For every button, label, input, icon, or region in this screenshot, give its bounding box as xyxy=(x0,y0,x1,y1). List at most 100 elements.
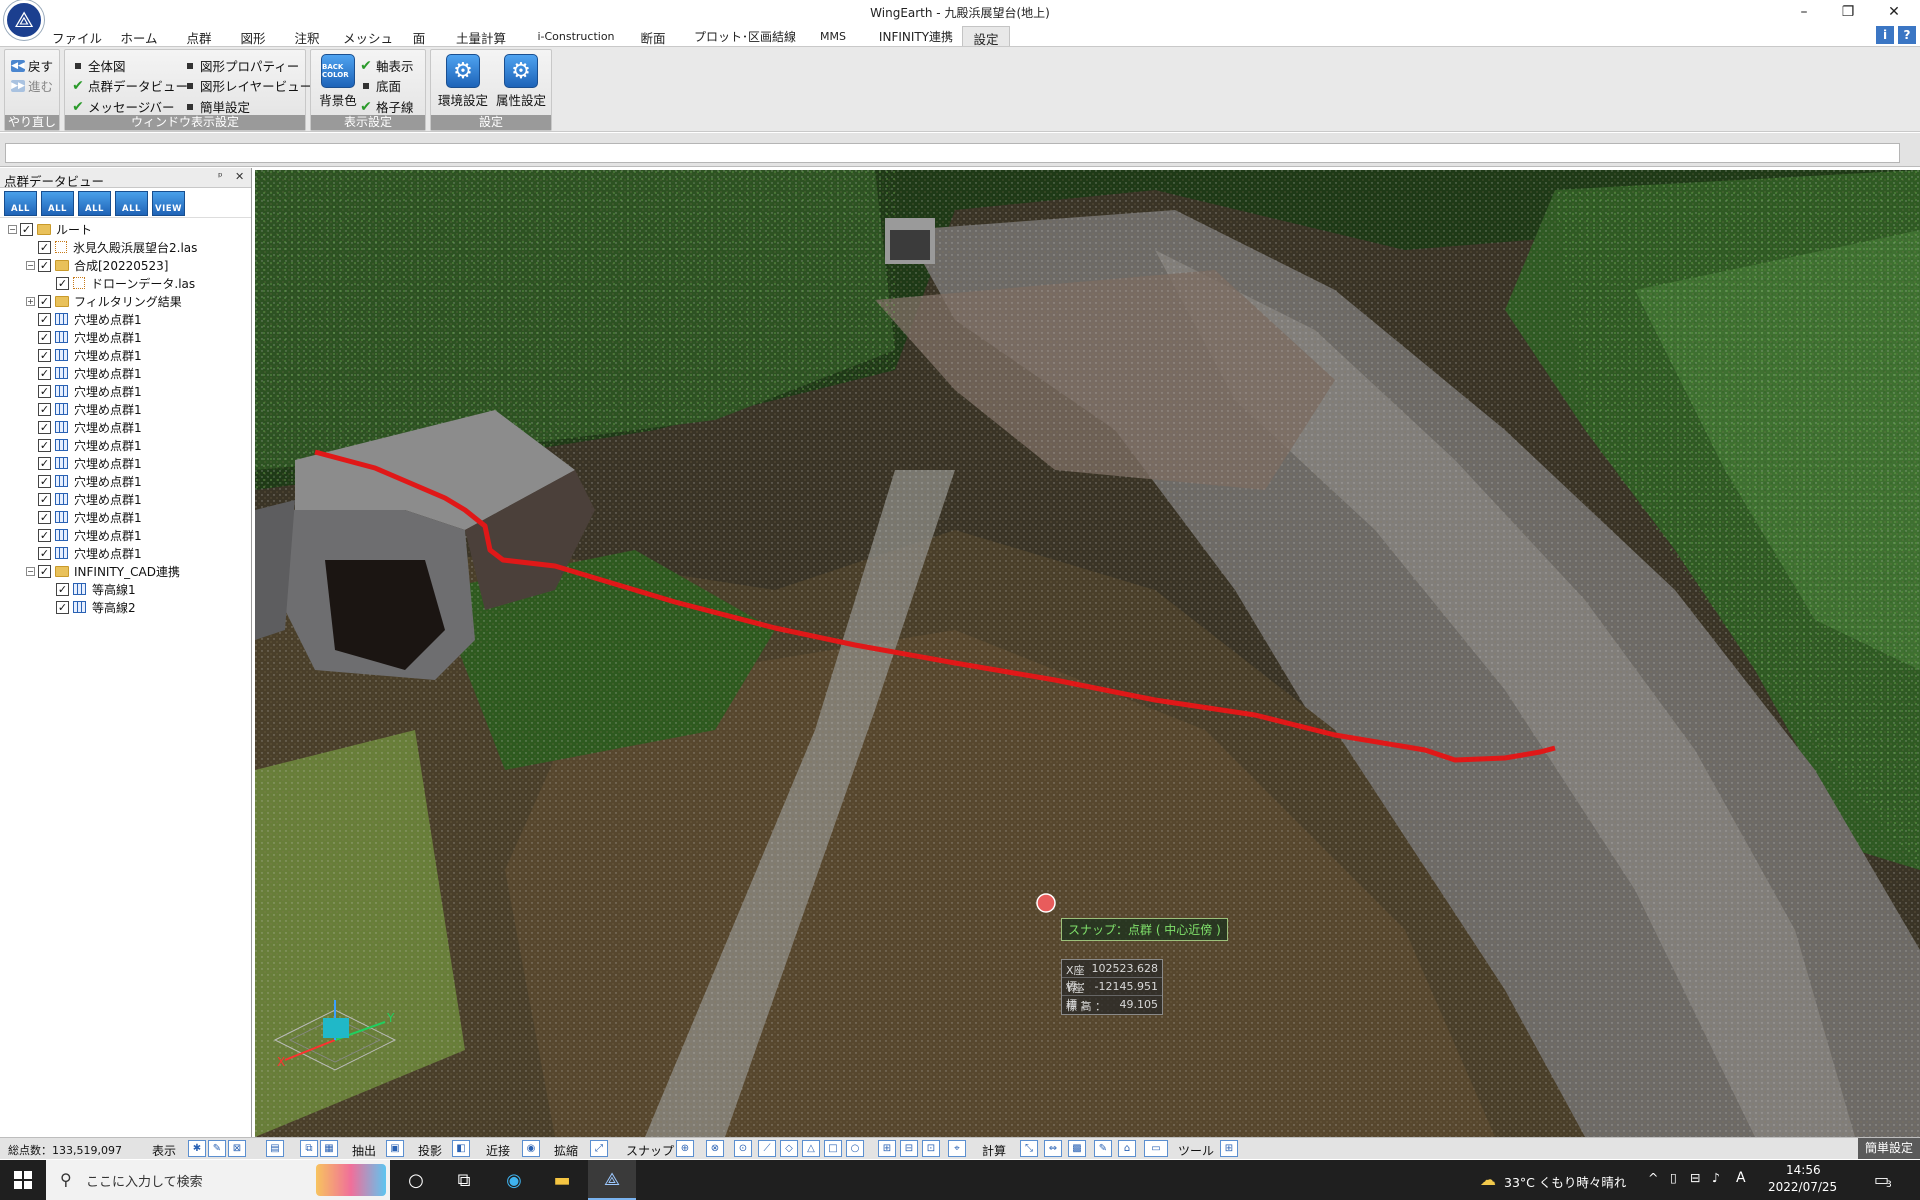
tree-checkbox[interactable]: ✓ xyxy=(38,348,51,362)
tree-item[interactable]: ✓ 等高線1 xyxy=(0,580,251,598)
menu-tab-earthwork[interactable]: 土量計算 xyxy=(449,26,513,46)
tree-checkbox[interactable]: ✓ xyxy=(20,222,33,236)
tree-item[interactable]: ✓ 穴埋め点群1 xyxy=(0,490,251,508)
clock-time[interactable]: 14:56 xyxy=(1786,1163,1821,1177)
menu-tab-home[interactable]: ホーム xyxy=(115,26,163,46)
tool-icon[interactable]: ⊞ xyxy=(1220,1140,1238,1157)
toggle-bottom-plane[interactable]: 底面 xyxy=(359,76,401,95)
tree-item[interactable]: ✓ 穴埋め点群1 xyxy=(0,544,251,562)
clock-date[interactable]: 2022/07/25 xyxy=(1768,1180,1837,1194)
menu-tab-mms[interactable]: MMS xyxy=(815,26,851,46)
tree-checkbox[interactable]: ✓ xyxy=(38,402,51,416)
tree-checkbox[interactable]: ✓ xyxy=(38,456,51,470)
tree-checkbox[interactable]: ✓ xyxy=(56,276,69,290)
task-view-icon[interactable]: ⧉ xyxy=(440,1160,488,1200)
toggle-message-bar[interactable]: ✔ メッセージバー xyxy=(71,97,174,116)
menu-tab-section[interactable]: 断面 xyxy=(635,26,671,46)
snap-icon-2[interactable]: ⊗ xyxy=(706,1140,724,1157)
view-button[interactable]: VIEW xyxy=(152,191,185,216)
tree-checkbox[interactable]: ✓ xyxy=(38,366,51,380)
start-button[interactable] xyxy=(0,1160,46,1200)
menu-tab-iconstruction[interactable]: i-Construction xyxy=(530,26,622,46)
toggle-axis[interactable]: ✔ 軸表示 xyxy=(359,56,413,75)
tree-checkbox[interactable]: ✓ xyxy=(38,240,51,254)
tree-item[interactable]: ✓ 穴埋め点群1 xyxy=(0,418,251,436)
tray-battery-icon[interactable]: ▯ xyxy=(1670,1170,1677,1185)
snap-icon-3[interactable]: ⊙ xyxy=(734,1140,752,1157)
display-filter-icon[interactable]: ▦ xyxy=(320,1140,338,1157)
select-all-button[interactable]: ALL xyxy=(4,191,37,216)
snap-icon-7[interactable]: □ xyxy=(824,1140,842,1157)
snap-icon-11[interactable]: ⊡ xyxy=(922,1140,940,1157)
help-icon[interactable]: ? xyxy=(1898,26,1916,44)
simple-setting-button[interactable]: 簡単設定 xyxy=(1858,1138,1920,1159)
tray-volume-icon[interactable]: ♪ xyxy=(1712,1170,1720,1185)
collapse-icon[interactable]: − xyxy=(26,566,35,576)
display-box-icon[interactable]: ⊠ xyxy=(228,1140,246,1157)
calc-icon-4[interactable]: ✎ xyxy=(1094,1140,1112,1157)
tree-item[interactable]: ✓ 穴埋め点群1 xyxy=(0,364,251,382)
tree-checkbox[interactable]: ✓ xyxy=(38,312,51,326)
tree-checkbox[interactable]: ✓ xyxy=(38,330,51,344)
tree-checkbox[interactable]: ✓ xyxy=(38,564,51,578)
display-edit-icon[interactable]: ✎ xyxy=(208,1140,226,1157)
tree-item[interactable]: ✓ 穴埋め点群1 xyxy=(0,346,251,364)
close-button[interactable]: ✕ xyxy=(1872,0,1916,24)
menu-tab-annotation[interactable]: 注釈 xyxy=(287,26,327,46)
near-icon[interactable]: ◉ xyxy=(522,1140,540,1157)
tree-item[interactable]: − ✓ ルート xyxy=(0,220,251,238)
toggle-simple-setting[interactable]: 簡単設定 xyxy=(183,97,250,116)
tree-checkbox[interactable]: ✓ xyxy=(38,474,51,488)
3d-viewport[interactable]: X Y スナップ：点群 ( 中心近傍 ) X座標 ： 102523.628 Y座標… xyxy=(255,170,1920,1137)
extract-icon[interactable]: ▣ xyxy=(386,1140,404,1157)
tree-checkbox[interactable]: ✓ xyxy=(38,492,51,506)
project-icon[interactable]: ◧ xyxy=(452,1140,470,1157)
file-explorer-icon[interactable]: ▬ xyxy=(538,1160,586,1200)
tree-item[interactable]: ✓ 等高線2 xyxy=(0,598,251,616)
snap-icon-6[interactable]: △ xyxy=(802,1140,820,1157)
attribute-settings-button[interactable]: ⚙ 属性設定 xyxy=(493,54,549,109)
calc-icon-1[interactable]: ⤡ xyxy=(1020,1140,1038,1157)
snap-icon-12[interactable]: ⌖ xyxy=(948,1140,966,1157)
toggle-pointcloud-view[interactable]: ✔ 点群データビュー xyxy=(71,76,188,95)
tree-checkbox[interactable]: ✓ xyxy=(56,582,69,596)
menu-tab-plot[interactable]: プロット･区画結線 xyxy=(688,26,802,46)
menu-tab-file[interactable]: ファイル xyxy=(52,26,102,46)
uncheck-all-button[interactable]: ALL xyxy=(115,191,148,216)
wingearth-app-icon[interactable]: ⟁ xyxy=(588,1160,636,1200)
tray-chevron-icon[interactable]: ^ xyxy=(1648,1170,1658,1185)
display-layer-icon[interactable]: ▤ xyxy=(266,1140,284,1157)
tree-checkbox[interactable]: ✓ xyxy=(38,420,51,434)
snap-icon-10[interactable]: ⊟ xyxy=(900,1140,918,1157)
display-mode-icon[interactable]: ✱ xyxy=(188,1140,206,1157)
tree-item[interactable]: ✓ 穴埋め点群1 xyxy=(0,310,251,328)
calc-icon-6[interactable]: ▭ xyxy=(1144,1140,1168,1157)
snap-icon-1[interactable]: ⊕ xyxy=(676,1140,694,1157)
toggle-overview[interactable]: 全体図 xyxy=(71,56,126,75)
environment-settings-button[interactable]: ⚙ 環境設定 xyxy=(435,54,491,109)
menu-tab-mesh[interactable]: メッシュ xyxy=(343,26,393,46)
info-icon[interactable]: i xyxy=(1876,26,1894,44)
tree-item[interactable]: ✓ 穴埋め点群1 xyxy=(0,454,251,472)
menu-tab-infinity[interactable]: INFINITY連携 xyxy=(868,26,964,46)
tree-item[interactable]: ✓ 穴埋め点群1 xyxy=(0,526,251,544)
toggle-grid-lines[interactable]: ✔ 格子線 xyxy=(359,97,413,116)
pin-icon[interactable]: ᵖ xyxy=(218,170,223,183)
weather-text[interactable]: 33°C くもり時々晴れ xyxy=(1504,1172,1626,1191)
display-tools-icon[interactable]: ⧉ xyxy=(300,1140,318,1157)
app-logo-icon[interactable]: ⟁ xyxy=(4,0,44,40)
snap-icon-5[interactable]: ◇ xyxy=(780,1140,798,1157)
tree-item[interactable]: ✓ 穴埋め点群1 xyxy=(0,400,251,418)
check-all-button[interactable]: ALL xyxy=(78,191,111,216)
tree-checkbox[interactable]: ✓ xyxy=(38,438,51,452)
snap-icon-4[interactable]: ⟋ xyxy=(758,1140,776,1157)
tree-item[interactable]: ✓ 氷見久殿浜展望台2.las xyxy=(0,238,251,256)
snap-icon-9[interactable]: ⊞ xyxy=(878,1140,896,1157)
tree-item[interactable]: + ✓ フィルタリング結果 xyxy=(0,292,251,310)
tree-checkbox[interactable]: ✓ xyxy=(38,384,51,398)
ime-indicator[interactable]: A xyxy=(1736,1170,1746,1186)
tree-item[interactable]: − ✓ INFINITY_CAD連携 xyxy=(0,562,251,580)
expand-icon[interactable]: ⤢ xyxy=(590,1140,608,1157)
toggle-shape-layer-view[interactable]: 図形レイヤービュー xyxy=(183,76,312,95)
tree-item[interactable]: ✓ 穴埋め点群1 xyxy=(0,508,251,526)
